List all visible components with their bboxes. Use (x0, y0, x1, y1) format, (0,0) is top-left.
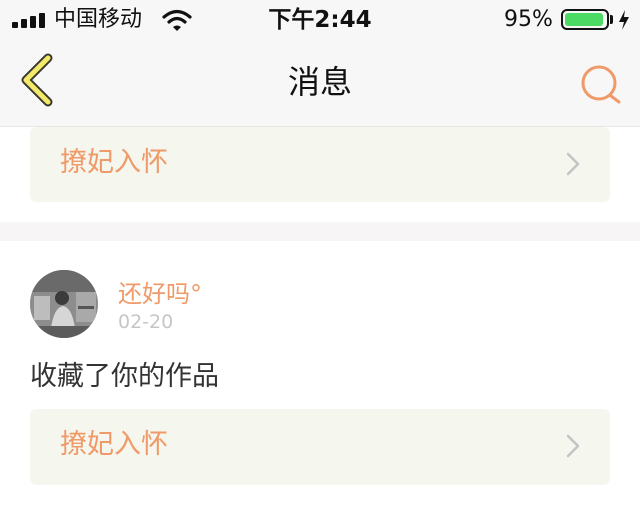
chevron-right-icon (566, 152, 580, 176)
battery-percentage: 95% (504, 7, 553, 32)
battery-tip (610, 15, 613, 24)
chevron-right-icon (566, 434, 580, 458)
avatar[interactable] (30, 270, 98, 338)
work-link[interactable]: 撩妃入怀 (30, 409, 610, 485)
charging-bolt-icon (619, 10, 629, 30)
username[interactable]: 还好吗° (118, 279, 202, 309)
navigation-bar: 消息 (0, 40, 640, 127)
battery-icon (561, 9, 609, 30)
message-action-text: 收藏了你的作品 (30, 361, 219, 392)
status-bar: 中国移动 下午2:44 95% (0, 0, 640, 40)
work-title: 撩妃入怀 (60, 429, 168, 460)
work-title: 撩妃入怀 (60, 147, 168, 178)
page-title: 消息 (287, 63, 352, 101)
message-card: 还好吗° 02-20 收藏了你的作品 撩妃入怀 (0, 241, 640, 515)
message-date: 02-20 (118, 311, 174, 333)
message-card: 撩妃入怀 (0, 127, 640, 222)
battery-level-fill (565, 13, 603, 26)
work-link[interactable]: 撩妃入怀 (30, 127, 610, 202)
search-icon[interactable] (576, 60, 624, 108)
